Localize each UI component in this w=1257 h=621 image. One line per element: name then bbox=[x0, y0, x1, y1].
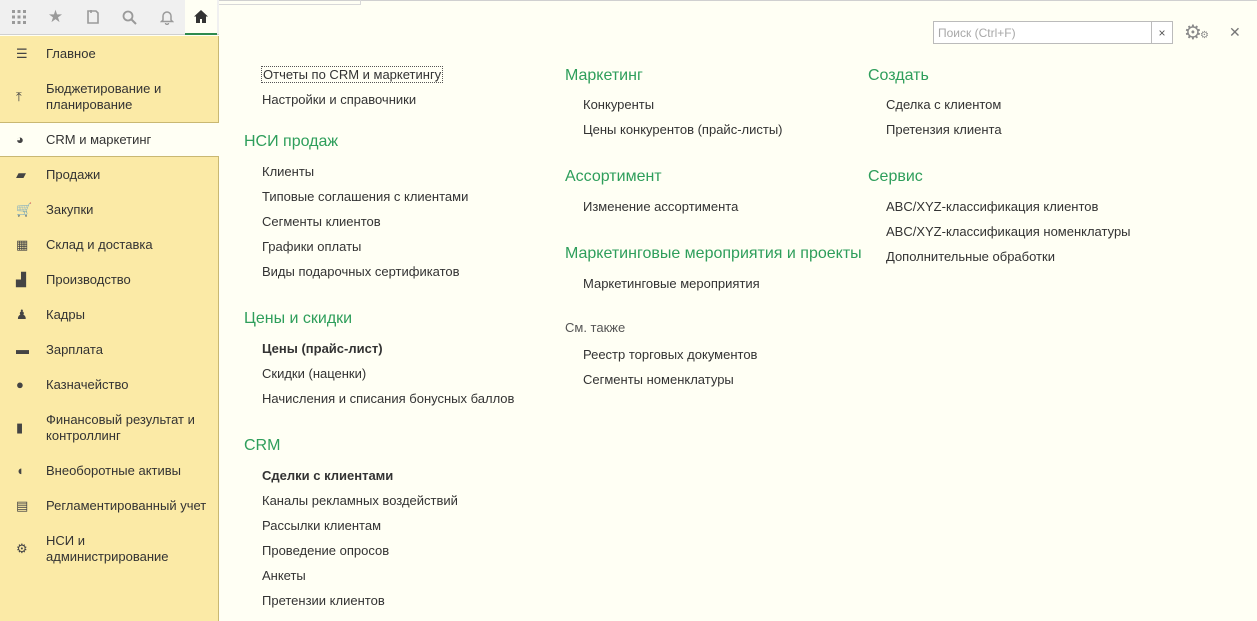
budget-chart-icon: ⤒ bbox=[16, 88, 22, 104]
link-bonus-points[interactable]: Начисления и списания бонусных баллов bbox=[244, 390, 514, 415]
bar-chart-icon: ▮ bbox=[16, 419, 24, 435]
settings-gear-small-icon: ⚙ bbox=[1200, 30, 1209, 41]
search-clear-button[interactable]: × bbox=[1151, 21, 1173, 44]
sidebar-item-label: Финансовый результат и контроллинг bbox=[46, 411, 195, 443]
sidebar-item-crm[interactable]: ◕ CRM и маркетинг bbox=[0, 122, 219, 157]
link-abc-xyz-clients[interactable]: ABC/XYZ-классификация клиентов bbox=[868, 198, 1131, 223]
sidebar-item-warehouse[interactable]: ▦ Склад и доставка bbox=[0, 227, 218, 262]
sidebar-item-label: Продажи bbox=[46, 166, 101, 182]
link-competitor-prices[interactable]: Цены конкурентов (прайс-листы) bbox=[565, 121, 862, 146]
link-payment-schedules[interactable]: Графики оплаты bbox=[244, 238, 514, 263]
sidebar-item-label: Производство bbox=[46, 271, 131, 287]
sidebar-item-label: Казначейство bbox=[46, 376, 129, 392]
link-surveys[interactable]: Проведение опросов bbox=[244, 542, 514, 567]
sidebar-item-label: Бюджетирование и планирование bbox=[46, 80, 162, 112]
tab-divider bbox=[219, 4, 360, 5]
link-price-list[interactable]: Цены (прайс-лист) bbox=[244, 340, 514, 365]
sidebar-item-sales[interactable]: ▰ Продажи bbox=[0, 157, 218, 192]
section-heading-create: Создать bbox=[868, 67, 929, 84]
link-gift-certificates[interactable]: Виды подарочных сертификатов bbox=[244, 263, 514, 288]
link-additional-processing[interactable]: Дополнительные обработки bbox=[868, 248, 1131, 273]
sidebar-item-label: Склад и доставка bbox=[46, 236, 153, 252]
column-marketing: Маркетинг Конкуренты Цены конкурентов (п… bbox=[565, 66, 862, 396]
link-client-claims[interactable]: Претензии клиентов bbox=[244, 592, 514, 617]
sidebar-item-budgeting[interactable]: ⤒ Бюджетирование и планирование bbox=[0, 71, 218, 122]
link-clients[interactable]: Клиенты bbox=[244, 163, 514, 188]
home-icon[interactable] bbox=[185, 0, 217, 35]
sidebar-item-label: НСИ и администрирование bbox=[46, 532, 169, 564]
link-create-client-deal[interactable]: Сделка с клиентом bbox=[868, 96, 1131, 121]
link-settings-references[interactable]: Настройки и справочники bbox=[244, 91, 514, 116]
sidebar-item-hr[interactable]: ♟ Кадры bbox=[0, 297, 218, 332]
link-client-mailings[interactable]: Рассылки клиентам bbox=[244, 517, 514, 542]
calculator-icon: ▤ bbox=[16, 497, 29, 513]
section-heading-prices-discounts: Цены и скидки bbox=[244, 310, 353, 327]
person-icon: ♟ bbox=[16, 306, 28, 322]
sidebar-item-nsi-admin[interactable]: ⚙ НСИ и администрирование bbox=[0, 523, 218, 574]
link-trade-documents-registry[interactable]: Реестр торговых документов bbox=[565, 346, 862, 371]
link-assortment-change[interactable]: Изменение ассортимента bbox=[565, 198, 862, 223]
sidebar-item-treasury[interactable]: ● Казначейство bbox=[0, 367, 218, 402]
section-heading-nsi-sales: НСИ продаж bbox=[244, 133, 339, 150]
sidebar-item-main[interactable]: ☰ Главное bbox=[0, 36, 218, 71]
wallet-icon: ▬ bbox=[16, 341, 29, 357]
pie-chart-icon: ◕ bbox=[16, 131, 24, 147]
link-questionnaires[interactable]: Анкеты bbox=[244, 567, 514, 592]
sections-sidebar: ☰ Главное ⤒ Бюджетирование и планирование … bbox=[0, 36, 219, 621]
sidebar-item-label: Внеоборотные активы bbox=[46, 462, 182, 478]
column-create-service: Создать Сделка с клиентом Претензия клие… bbox=[868, 66, 1131, 273]
sidebar-item-fixed-assets[interactable]: ◖ Внеоборотные активы bbox=[0, 453, 218, 488]
link-competitors[interactable]: Конкуренты bbox=[565, 96, 862, 121]
sidebar-item-purchases[interactable]: 🛒 Закупки bbox=[0, 192, 218, 227]
link-client-deals[interactable]: Сделки с клиентами bbox=[244, 467, 514, 492]
sidebar-item-label: Кадры bbox=[46, 306, 85, 322]
section-heading-assortment: Ассортимент bbox=[565, 168, 662, 185]
see-also-label: См. также bbox=[565, 320, 626, 335]
section-heading-marketing-events: Маркетинговые мероприятия и проекты bbox=[565, 245, 862, 262]
sidebar-item-label: Главное bbox=[46, 45, 96, 61]
section-heading-crm: CRM bbox=[244, 437, 281, 454]
top-toolbar: ★ bbox=[0, 0, 219, 35]
link-ad-channels[interactable]: Каналы рекламных воздействий bbox=[244, 492, 514, 517]
top-divider bbox=[219, 0, 1257, 1]
link-marketing-events[interactable]: Маркетинговые мероприятия bbox=[565, 275, 862, 300]
link-typical-agreements[interactable]: Типовые соглашения с клиентами bbox=[244, 188, 514, 213]
gear-icon: ⚙ bbox=[16, 540, 28, 556]
favorites-star-icon[interactable]: ★ bbox=[37, 0, 74, 35]
shopping-bag-icon: ▰ bbox=[16, 166, 26, 182]
notifications-bell-icon[interactable] bbox=[148, 0, 185, 35]
search-input[interactable] bbox=[933, 21, 1152, 44]
sidebar-item-financial-result[interactable]: ▮ Финансовый результат и контроллинг bbox=[0, 402, 218, 453]
sidebar-item-label: Закупки bbox=[46, 201, 94, 217]
sidebar-item-salary[interactable]: ▬ Зарплата bbox=[0, 332, 218, 367]
link-client-segments[interactable]: Сегменты клиентов bbox=[244, 213, 514, 238]
truck-icon: ◖ bbox=[16, 462, 24, 478]
link-discounts[interactable]: Скидки (наценки) bbox=[244, 365, 514, 390]
link-create-client-claim[interactable]: Претензия клиента bbox=[868, 121, 1131, 146]
sidebar-item-label: Зарплата bbox=[46, 341, 103, 357]
warehouse-icon: ▦ bbox=[16, 236, 29, 252]
factory-icon: ▟ bbox=[16, 271, 26, 287]
link-crm-reports[interactable]: Отчеты по CRM и маркетингу bbox=[244, 66, 514, 91]
history-icon[interactable] bbox=[74, 0, 111, 35]
close-icon[interactable]: ✕ bbox=[1229, 24, 1241, 41]
sidebar-item-regulated-accounting[interactable]: ▤ Регламентированный учет bbox=[0, 488, 218, 523]
menu-lines-icon: ☰ bbox=[16, 45, 28, 61]
section-heading-marketing: Маркетинг bbox=[565, 67, 643, 84]
link-nomenclature-segments[interactable]: Сегменты номенклатуры bbox=[565, 371, 862, 396]
section-heading-service: Сервис bbox=[868, 168, 923, 185]
sidebar-item-production[interactable]: ▟ Производство bbox=[0, 262, 218, 297]
cart-icon: 🛒 bbox=[16, 201, 33, 217]
sidebar-item-label: CRM и маркетинг bbox=[46, 131, 152, 147]
sidebar-item-label: Регламентированный учет bbox=[46, 497, 207, 513]
column-crm-reports: Отчеты по CRM и маркетингу Настройки и с… bbox=[244, 66, 514, 617]
tab-divider-vertical bbox=[360, 0, 361, 5]
link-abc-xyz-nomenclature[interactable]: ABC/XYZ-классификация номенклатуры bbox=[868, 223, 1131, 248]
apps-grid-icon[interactable] bbox=[0, 0, 37, 35]
search-icon[interactable] bbox=[111, 0, 148, 35]
coin-icon: ● bbox=[16, 376, 24, 392]
